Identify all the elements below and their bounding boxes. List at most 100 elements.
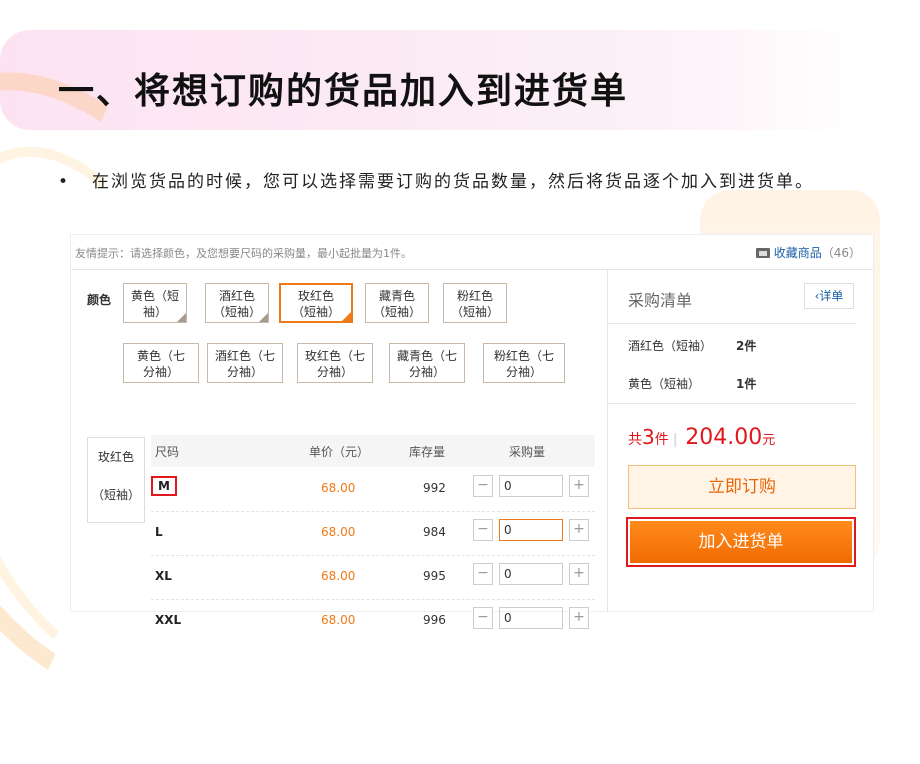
bullet-text: 在浏览货品的时候，您可以选择需要订购的货品数量，然后将货品逐个加入到进货单。 xyxy=(92,172,814,192)
currency-unit: 元 xyxy=(762,433,776,448)
corner-mark-icon xyxy=(342,312,351,321)
color-option-rose-short[interactable]: 玫红色 （短袖） xyxy=(279,283,353,323)
cart-item-name: 黄色（短袖） xyxy=(628,377,701,391)
plus-button[interactable]: + xyxy=(569,475,589,497)
color-option-text: 分袖） xyxy=(142,365,179,379)
color-option-pink-short[interactable]: 粉红色 （短袖） xyxy=(443,283,507,323)
color-option-text: 藏青色 xyxy=(378,289,415,303)
size-table-header: 尺码 单价（元） 库存量 采购量 xyxy=(151,435,595,467)
total-separator: | xyxy=(672,432,678,448)
color-option-text: （短袖） xyxy=(372,305,421,319)
header-price: 单价（元） xyxy=(309,445,370,459)
corner-mark-icon xyxy=(177,313,186,322)
cart-item: 酒红色（短袖） 2件 xyxy=(628,337,756,354)
header-stock: 库存量 xyxy=(409,445,446,459)
stock-cell: 996 xyxy=(423,613,446,627)
color-option-text: 玫红色（七 xyxy=(304,349,365,363)
price-cell: 68.00 xyxy=(321,613,356,627)
minus-button[interactable]: − xyxy=(473,519,493,541)
selection-area: 颜色 黄色（短 袖） 酒红色 （短袖） 玫红色 （短袖） 藏青色 （短袖） 粉红… xyxy=(71,269,607,629)
quantity-input[interactable]: 0 xyxy=(499,607,563,629)
color-option-wine-short[interactable]: 酒红色 （短袖） xyxy=(205,283,269,323)
cart-item-qty: 1件 xyxy=(736,377,757,391)
color-option-text: 黄色（短 xyxy=(130,289,179,303)
purchase-list-panel: 采购清单 ‹详单 酒红色（短袖） 2件 黄色（短袖） 1件 共3件 | 204.0… xyxy=(607,269,874,611)
quantity-input[interactable]: 0 xyxy=(499,563,563,585)
minus-button[interactable]: − xyxy=(473,475,493,497)
color-option-text: 藏青色（七 xyxy=(396,349,457,363)
stock-cell: 992 xyxy=(423,481,446,495)
color-option-text: 酒红色（七 xyxy=(214,349,275,363)
color-option-text: 玫红色 xyxy=(297,289,334,303)
table-row: L 68.00 984 − 0 + xyxy=(151,511,595,556)
color-option-text: 粉红色（七 xyxy=(493,349,554,363)
divider xyxy=(608,323,856,324)
order-total: 共3件 | 204.00元 xyxy=(628,425,775,450)
size-cell: XL xyxy=(155,569,172,583)
size-cell: M xyxy=(151,476,177,496)
add-to-purchase-list-button[interactable]: 加入进货单 xyxy=(630,521,852,563)
price-cell: 68.00 xyxy=(321,525,356,539)
add-to-cart-highlight: 加入进货单 xyxy=(626,517,856,567)
color-option-text: 酒红色 xyxy=(218,289,255,303)
color-option-yellow-short[interactable]: 黄色（短 袖） xyxy=(123,283,187,323)
color-label: 颜色 xyxy=(87,293,112,307)
color-option-text: 分袖） xyxy=(226,365,263,379)
total-amount: 204.00 xyxy=(685,425,763,450)
color-option-wine-three-quarter[interactable]: 酒红色（七 分袖） xyxy=(207,343,283,383)
color-option-text: （短袖） xyxy=(450,305,499,319)
size-cell: XXL xyxy=(155,613,182,627)
slide-title: 一、将想订购的货品加入到进货单 xyxy=(58,70,629,112)
product-order-panel: 友情提示：请选择颜色，及您想要尺码的采购量，最小起批量为1件。 收藏商品（46）… xyxy=(70,234,874,629)
bullet-point: • 在浏览货品的时候，您可以选择需要订购的货品数量，然后将货品逐个加入到进货单。 xyxy=(58,170,878,194)
color-option-navy-three-quarter[interactable]: 藏青色（七 分袖） xyxy=(389,343,465,383)
selected-color-text: 玫红色 xyxy=(97,450,134,464)
table-row: M 68.00 992 − 0 + xyxy=(151,467,595,512)
favorite-label: 收藏商品 xyxy=(773,246,822,260)
table-row: XL 68.00 995 − 0 + xyxy=(151,555,595,600)
cart-item-qty: 2件 xyxy=(736,339,757,353)
plus-button[interactable]: + xyxy=(569,563,589,585)
minus-button[interactable]: − xyxy=(473,563,493,585)
size-cell: L xyxy=(155,525,163,539)
plus-button[interactable]: + xyxy=(569,607,589,629)
color-option-rose-three-quarter[interactable]: 玫红色（七 分袖） xyxy=(297,343,373,383)
total-count: 3 xyxy=(642,425,655,449)
selected-color-text: （短袖） xyxy=(91,488,140,502)
price-cell: 68.00 xyxy=(321,481,356,495)
favorite-count: （46） xyxy=(821,246,861,260)
color-option-text: 分袖） xyxy=(505,365,542,379)
color-option-text: 分袖） xyxy=(408,365,445,379)
quantity-input[interactable]: 0 xyxy=(499,475,563,497)
selected-color-tag: 玫红色 （短袖） xyxy=(87,437,145,523)
table-row: XXL 68.00 996 − 0 + xyxy=(151,599,595,629)
favorite-link[interactable]: 收藏商品（46） xyxy=(755,244,861,261)
order-now-button[interactable]: 立即订购 xyxy=(628,465,856,509)
header-qty: 采购量 xyxy=(509,445,546,459)
color-option-text: （短袖） xyxy=(291,305,340,319)
corner-mark-icon xyxy=(259,313,268,322)
cart-item: 黄色（短袖） 1件 xyxy=(628,375,756,392)
color-option-text: 粉红色 xyxy=(456,289,493,303)
color-option-text: 分袖） xyxy=(316,365,353,379)
color-option-text: 黄色（七 xyxy=(136,349,185,363)
detail-button[interactable]: ‹详单 xyxy=(804,283,854,309)
price-cell: 68.00 xyxy=(321,569,356,583)
cart-item-name: 酒红色（短袖） xyxy=(628,339,713,353)
plus-button[interactable]: + xyxy=(569,519,589,541)
color-option-navy-short[interactable]: 藏青色 （短袖） xyxy=(365,283,429,323)
bullet-dot: • xyxy=(58,172,71,192)
header-size: 尺码 xyxy=(155,445,180,459)
tip-text: 友情提示：请选择颜色，及您想要尺码的采购量，最小起批量为1件。 xyxy=(75,247,412,260)
quantity-input[interactable]: 0 xyxy=(499,519,563,541)
purchase-list-title: 采购清单 xyxy=(628,291,693,310)
color-option-yellow-three-quarter[interactable]: 黄色（七 分袖） xyxy=(123,343,199,383)
color-option-pink-three-quarter[interactable]: 粉红色（七 分袖） xyxy=(483,343,565,383)
folder-icon xyxy=(755,248,770,258)
minus-button[interactable]: − xyxy=(473,607,493,629)
tip-bar: 友情提示：请选择颜色，及您想要尺码的采购量，最小起批量为1件。 收藏商品（46） xyxy=(71,235,873,270)
total-unit: 件 xyxy=(654,432,669,448)
stock-cell: 984 xyxy=(423,525,446,539)
total-prefix: 共 xyxy=(628,432,642,448)
stock-cell: 995 xyxy=(423,569,446,583)
